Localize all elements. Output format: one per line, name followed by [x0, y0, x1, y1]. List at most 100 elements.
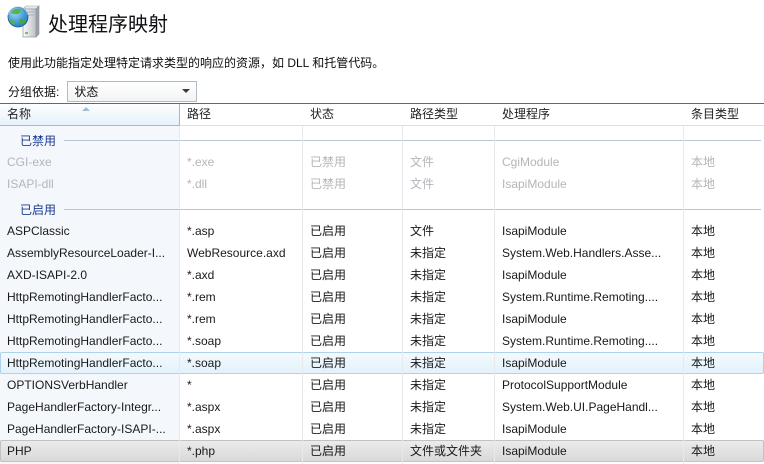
cell: *.soap [187, 334, 222, 348]
table-row[interactable]: OPTIONSVerbHandler * 已启用 未指定 ProtocolSupport… [0, 374, 764, 396]
cell: 已启用 [310, 444, 347, 458]
table-row[interactable]: HttpRemotingHandlerFacto... *.soap 已启用 未指定 S… [0, 330, 764, 352]
cell: ASPClassic [7, 224, 70, 238]
cell: 本地 [691, 312, 716, 326]
cell: PageHandlerFactory-Integr... [7, 400, 162, 414]
cell: 本地 [691, 290, 716, 304]
cell: WebResource.axd [187, 246, 286, 260]
cell: 本地 [691, 155, 716, 169]
column-header-label: 条目类型 [691, 107, 740, 121]
cell: 本地 [691, 378, 716, 392]
table-row[interactable]: HttpRemotingHandlerFacto... *.soap 已启用 未指定 I… [0, 352, 764, 374]
cell: IsapiModule [502, 444, 567, 458]
cell: 已启用 [310, 422, 347, 436]
cell: System.Web.Handlers.Asse... [502, 246, 662, 260]
cell: 未指定 [410, 356, 447, 370]
cell: 已禁用 [310, 155, 347, 169]
table-row[interactable]: PHP *.php 已启用 文件或文件夹 IsapiModule 本地 [0, 440, 764, 462]
cell: *.rem [187, 312, 216, 326]
table-row[interactable]: HttpRemotingHandlerFacto... *.rem 已启用 未指定 Is… [0, 308, 764, 330]
cell: 文件 [410, 177, 435, 191]
cell: 未指定 [410, 422, 447, 436]
cell: IsapiModule [502, 177, 567, 191]
cell: IsapiModule [502, 422, 567, 436]
cell: PageHandlerFactory-ISAPI-... [7, 422, 166, 436]
group-divider-line [64, 139, 761, 141]
cell: 本地 [691, 334, 716, 348]
cell: 未指定 [410, 312, 447, 326]
cell: *.php [187, 444, 216, 458]
cell: ProtocolSupportModule [502, 378, 628, 392]
column-header-label: 处理程序 [502, 107, 551, 121]
table-row[interactable]: PageHandlerFactory-Integr... *.aspx 已启用 未指定… [0, 396, 764, 418]
cell: CGI-exe [7, 155, 52, 169]
page-title: 处理程序映射 [48, 14, 168, 36]
cell: System.Runtime.Remoting.... [502, 290, 659, 304]
cell: HttpRemotingHandlerFacto... [7, 312, 163, 326]
column-header-4[interactable]: 路径类型 [403, 104, 495, 126]
table-row[interactable]: PageHandlerFactory-ISAPI-... *.aspx 已启用 未指定… [0, 418, 764, 440]
cell: 本地 [691, 224, 716, 238]
group-label: 已禁用 [20, 133, 57, 148]
cell: 已启用 [310, 356, 347, 370]
table-row[interactable]: AssemblyResourceLoader-I... WebResource.a… [0, 242, 764, 264]
column-header-label: 路径类型 [410, 107, 459, 121]
table-row[interactable]: AXD-ISAPI-2.0 *.axd 已启用 未指定 IsapiModule 本地 [0, 264, 764, 286]
grid-body: 已禁用 CGI-exe *.exe 已禁用 文件 CgiModule 本地 ISAPI-dll… [0, 126, 764, 462]
grid-header: 名称 路径 状态 路径类型 处理程序 条目类型 [0, 104, 764, 126]
column-separator [179, 126, 180, 464]
cell: AssemblyResourceLoader-I... [7, 246, 166, 260]
table-row[interactable]: ISAPI-dll *.dll 已禁用 文件 IsapiModule 本地 [0, 173, 764, 195]
cell: 已启用 [310, 400, 347, 414]
page-description: 使用此功能指定处理特定请求类型的响应的资源，如 DLL 和托管代码。 [8, 56, 385, 70]
cell: 已启用 [310, 246, 347, 260]
cell: * [187, 378, 192, 392]
cell: 本地 [691, 356, 716, 370]
cell: *.dll [187, 177, 208, 191]
column-separator [494, 126, 495, 464]
cell: 本地 [691, 444, 716, 458]
cell: *.asp [187, 224, 215, 238]
cell: 本地 [691, 177, 716, 191]
cell: ISAPI-dll [7, 177, 54, 191]
table-row[interactable]: CGI-exe *.exe 已禁用 文件 CgiModule 本地 [0, 151, 764, 173]
column-header-2[interactable]: 路径 [180, 104, 303, 126]
cell: 文件 [410, 224, 435, 238]
handler-mappings-icon [7, 5, 40, 38]
column-header-1[interactable]: 名称 [0, 104, 180, 126]
column-separator [302, 126, 303, 464]
group-label: 已启用 [20, 202, 57, 217]
chevron-down-icon [182, 89, 191, 93]
cell: AXD-ISAPI-2.0 [7, 268, 88, 282]
column-header-label: 路径 [187, 107, 212, 121]
table-row[interactable]: ASPClassic *.asp 已启用 文件 IsapiModule 本地 [0, 220, 764, 242]
column-header-label: 状态 [310, 107, 335, 121]
cell: 未指定 [410, 290, 447, 304]
group-by-dropdown[interactable]: 状态 [67, 80, 198, 102]
cell: 本地 [691, 268, 716, 282]
cell: *.aspx [187, 400, 221, 414]
group-by-toolbar: 分组依据: 状态 [8, 80, 198, 102]
cell: 未指定 [410, 246, 447, 260]
cell: 已禁用 [310, 177, 347, 191]
cell: HttpRemotingHandlerFacto... [7, 334, 163, 348]
cell: *.aspx [187, 422, 221, 436]
cell: 文件 [410, 155, 435, 169]
cell: IsapiModule [502, 312, 567, 326]
group-by-selected-value: 状态 [74, 84, 99, 99]
handler-mappings-grid: 名称 路径 状态 路径类型 处理程序 条目类型 已禁用 CGI-exe *.exe 已禁用 文件 C… [0, 103, 764, 464]
column-header-3[interactable]: 状态 [303, 104, 403, 126]
cell: 已启用 [310, 312, 347, 326]
cell: 已启用 [310, 224, 347, 238]
column-header-6[interactable]: 条目类型 [684, 104, 764, 126]
cell: 未指定 [410, 400, 447, 414]
group-by-label: 分组依据: [8, 84, 60, 99]
cell: 未指定 [410, 378, 447, 392]
cell: 本地 [691, 400, 716, 414]
cell: System.Web.UI.PageHandl... [502, 400, 658, 414]
column-separator [402, 126, 403, 464]
cell: PHP [7, 444, 32, 458]
column-header-5[interactable]: 处理程序 [495, 104, 684, 126]
table-row[interactable]: HttpRemotingHandlerFacto... *.rem 已启用 未指定 Sy… [0, 286, 764, 308]
group-divider-line [64, 208, 761, 210]
